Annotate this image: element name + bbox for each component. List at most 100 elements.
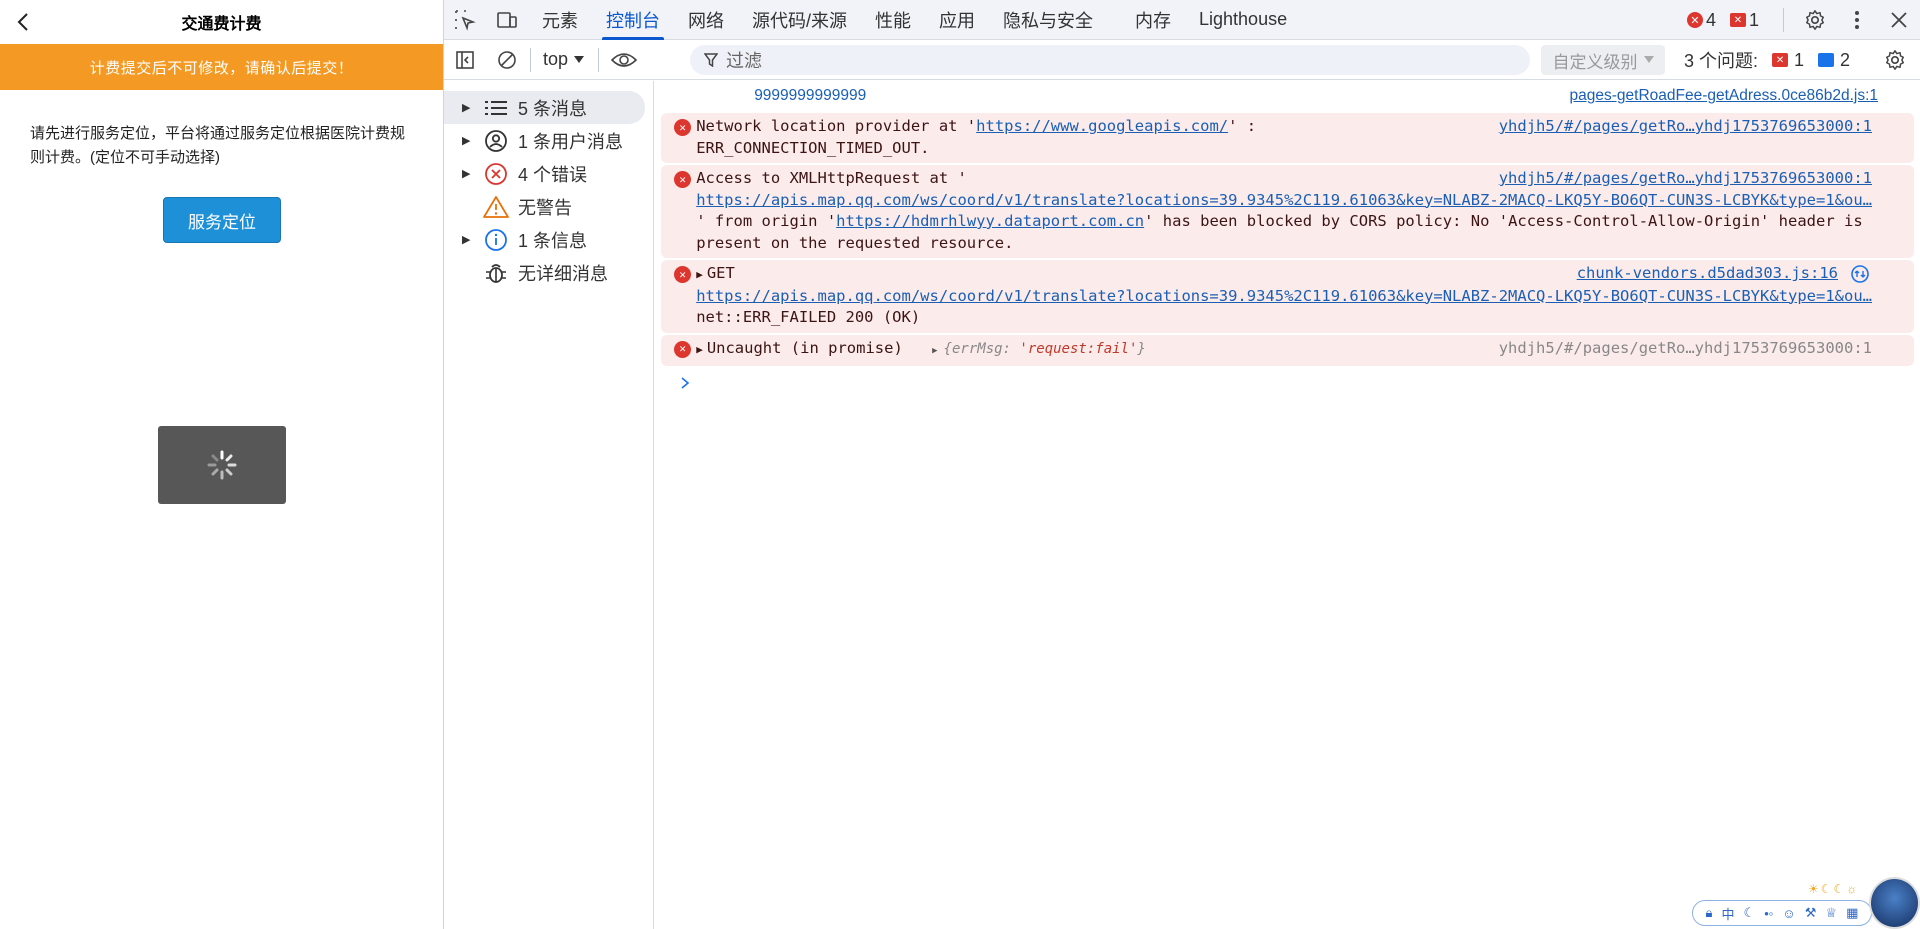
caret-right-icon: ▶ — [462, 234, 471, 246]
user-icon — [482, 127, 510, 155]
page-title: 交通费计费 — [181, 16, 262, 33]
console-output: 9999999999999 pages-getRoadFee-getAdress… — [654, 81, 1920, 929]
lock-icon[interactable]: 🔒︎ — [1706, 905, 1713, 921]
clear-console-button[interactable] — [486, 40, 528, 80]
issues-counter[interactable]: 3 个问题: ✕ 1 2 — [1684, 40, 1850, 80]
device-icon — [497, 11, 517, 28]
devtools-panel: 元素 控制台 网络 源代码/来源 性能 应用 隐私与安全 内存 Lighthou… — [444, 0, 1920, 929]
tab-performance[interactable]: 性能 — [861, 0, 925, 40]
close-devtools-button[interactable] — [1878, 0, 1920, 40]
ime-logo[interactable] — [1869, 877, 1920, 929]
error-icon — [482, 160, 510, 188]
source-link[interactable]: yhdjh5/#/pages/getRo…yhdj1753769653000:1 — [1499, 168, 1872, 190]
sidebar-item-info[interactable]: ▶ 1 条信息 — [444, 223, 645, 256]
punctuation-icon[interactable]: •◦ — [1764, 906, 1773, 921]
origin-link[interactable]: https://hdmrhlwyy.dataport.com.cn — [836, 212, 1144, 230]
issue-flag-icon: ✕ — [1729, 13, 1746, 27]
info-icon — [482, 226, 510, 254]
console-prompt[interactable] — [654, 368, 1920, 398]
source-link[interactable]: yhdjh5/#/pages/getRo…yhdj1753769653000:1 — [1499, 116, 1872, 138]
spinner-icon — [207, 450, 237, 480]
filter-input[interactable]: 过滤 — [690, 45, 1530, 75]
console-settings-button[interactable] — [1874, 40, 1916, 80]
error-icon: ✕ — [674, 119, 692, 136]
ime-toolbar: 🔒︎ 中 ☾ •◦ ☺ ⚒ ♕ ▦ — [1692, 900, 1872, 926]
service-locate-button[interactable]: 服务定位 — [163, 197, 281, 243]
log-levels-dropdown[interactable]: 自定义级别 — [1541, 45, 1665, 75]
console-error-row: ✕ yhdjh5/#/pages/getRo…yhdj1753769653000… — [661, 113, 1914, 163]
ime-language[interactable]: 中 — [1721, 904, 1734, 923]
app-header: 交通费计费 — [0, 0, 443, 44]
url-link[interactable]: https://apis.map.qq.com/ws/coord/v1/tran… — [696, 190, 1872, 212]
sidebar-item-messages[interactable]: ▶ 5 条消息 — [444, 91, 646, 124]
close-icon — [1891, 12, 1907, 28]
tab-privacy-security[interactable]: 隐私与安全 — [989, 0, 1107, 40]
sidebar-item-warnings[interactable]: 无警告 — [444, 190, 645, 223]
sidebar-item-user-messages[interactable]: ▶ 1 条用户消息 — [444, 124, 645, 157]
devtools-tab-bar: 元素 控制台 网络 源代码/来源 性能 应用 隐私与安全 内存 Lighthou… — [444, 0, 1920, 40]
console-toolbar: top 过滤 自定义级别 3 个问题: ✕ 1 2 — [444, 40, 1920, 80]
tab-memory[interactable]: 内存 — [1121, 0, 1185, 40]
source-link[interactable]: chunk-vendors.d5dad303.js:16 — [1577, 263, 1838, 285]
description-text: 请先进行服务定位，平台将通过服务定位根据医院计费规则计费。(定位不可手动选择) — [30, 125, 406, 166]
url-link[interactable]: https://apis.map.qq.com/ws/coord/v1/tran… — [696, 286, 1872, 308]
device-toolbar-button[interactable] — [486, 0, 528, 40]
caret-down-icon — [574, 55, 585, 63]
ime-weather-icons: ☀☾☾☼ — [1808, 882, 1860, 896]
back-button[interactable] — [10, 8, 38, 36]
expand-caret-icon: ▶ — [932, 345, 938, 356]
tab-elements[interactable]: 元素 — [528, 0, 592, 40]
smile-icon[interactable]: ☺ — [1782, 906, 1795, 921]
console-error-row: ✕ yhdjh5/#/pages/getRo…yhdj1753769653000… — [661, 165, 1914, 258]
error-icon: ✕ — [674, 340, 692, 358]
devtools-body: ▶ 5 条消息 ▶ 1 条用户消息 ▶ 4 个错误 无警告 ▶ 1 条信息 无详… — [444, 81, 1920, 929]
chevron-right-icon — [681, 377, 690, 389]
log-text: 9999999999999 — [754, 87, 867, 104]
tab-sources[interactable]: 源代码/来源 — [738, 0, 861, 40]
console-error-row: ✕ chunk-vendors.d5dad303.js:16 ▶ GET http… — [661, 260, 1914, 333]
grid-icon[interactable]: ▦ — [1846, 905, 1858, 921]
inspect-element-button[interactable] — [444, 0, 486, 40]
tab-application[interactable]: 应用 — [925, 0, 989, 40]
gear-icon — [1886, 50, 1904, 70]
sidebar-item-verbose[interactable]: 无详细消息 — [444, 256, 645, 289]
divider — [1783, 8, 1784, 32]
wrench-icon[interactable]: ⚒ — [1805, 905, 1817, 921]
issue-info-icon — [1818, 53, 1835, 67]
filter-placeholder: 过滤 — [726, 51, 762, 71]
more-options-button[interactable] — [1836, 0, 1878, 40]
caret-down-icon — [1643, 56, 1654, 63]
mobile-app-panel: 交通费计费 计费提交后不可修改，请确认后提交！ 请先进行服务定位，平台将通过服务… — [0, 0, 444, 929]
issue-error-icon: ✕ — [1772, 53, 1789, 67]
url-link[interactable]: https://www.googleapis.com/ — [976, 117, 1228, 135]
caret-right-icon: ▶ — [462, 102, 471, 114]
sidebar-item-errors[interactable]: ▶ 4 个错误 — [444, 157, 645, 190]
divider — [598, 47, 600, 72]
source-link[interactable]: yhdjh5/#/pages/getRo…yhdj1753769653000:1 — [1499, 338, 1872, 360]
tab-lighthouse[interactable]: Lighthouse — [1185, 0, 1301, 40]
tab-console[interactable]: 控制台 — [592, 0, 674, 40]
console-error-row: ✕ yhdjh5/#/pages/getRo…yhdj1753769653000… — [661, 334, 1914, 366]
issue-count-badge[interactable]: ✕ 1 — [1729, 10, 1759, 31]
console-log-row: 9999999999999 pages-getRoadFee-getAdress… — [654, 81, 1920, 111]
warning-icon — [482, 193, 510, 221]
toggle-sidebar-button[interactable] — [444, 40, 486, 80]
source-link[interactable]: pages-getRoadFee-getAdress.0ce86b2d.js:1 — [1570, 87, 1878, 105]
devtools-status-area: ✕ 4 ✕ 1 — [1686, 0, 1920, 40]
expand-caret-icon[interactable]: ▶ — [696, 268, 703, 281]
live-expression-button[interactable] — [603, 40, 645, 80]
block-icon — [498, 50, 516, 69]
sidebar-icon — [456, 50, 474, 69]
settings-button[interactable] — [1794, 0, 1836, 40]
eye-icon — [611, 52, 638, 67]
network-request-icon[interactable] — [1850, 264, 1870, 291]
shirt-icon[interactable]: ♕ — [1825, 905, 1837, 921]
error-count-badge[interactable]: ✕ 4 — [1686, 10, 1716, 31]
expand-caret-icon[interactable]: ▶ — [696, 343, 703, 356]
bug-icon — [482, 259, 510, 287]
object-preview[interactable]: ▶ {errMsg: 'request:fail'} — [932, 341, 1146, 357]
tab-network[interactable]: 网络 — [674, 0, 738, 40]
context-selector[interactable]: top — [533, 49, 594, 70]
error-icon: ✕ — [674, 266, 692, 283]
moon-icon[interactable]: ☾ — [1744, 905, 1756, 921]
